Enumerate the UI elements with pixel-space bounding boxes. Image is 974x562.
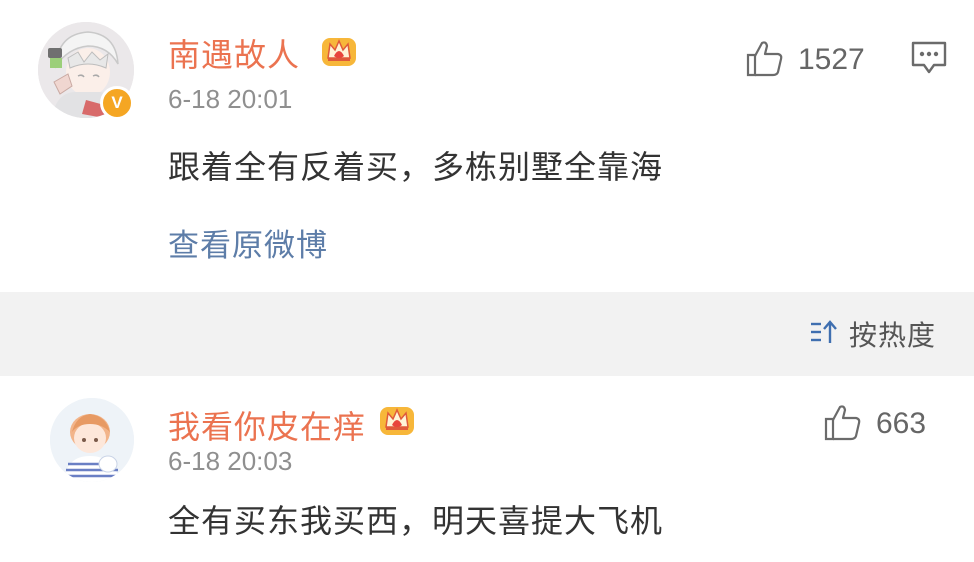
- comment-username[interactable]: 我看你皮在痒: [168, 402, 366, 448]
- comment-icon[interactable]: [910, 40, 948, 80]
- like-button[interactable]: 663: [822, 402, 926, 446]
- crown-badge-icon: [320, 32, 358, 72]
- like-count: 1527: [798, 43, 865, 76]
- sort-by-hot-button[interactable]: 按热度: [809, 314, 936, 354]
- comment-text: 全有买东我买西，明天喜提大飞机: [168, 502, 664, 540]
- thumbs-up-icon: [744, 38, 784, 82]
- sort-label: 按热度: [848, 319, 936, 352]
- like-button[interactable]: 1527: [744, 38, 865, 82]
- comment-text: 跟着全有反着买，多栋别墅全靠海: [168, 148, 664, 186]
- view-original-weibo-link[interactable]: 查看原微博: [168, 220, 328, 265]
- sort-icon: [809, 319, 839, 349]
- comment-timestamp: 6-18 20:01: [168, 84, 293, 114]
- comment-card-1: V 南遇故人 6-18 20:01 1527 跟着全有反着买，多栋别墅全靠海 查…: [0, 0, 974, 292]
- comment-timestamp: 6-18 20:03: [168, 446, 293, 476]
- verified-badge: V: [100, 86, 134, 120]
- comment-card-2: 我看你皮在痒 6-18 20:03 663 全有买东我买西，明天喜提大飞机: [0, 376, 974, 562]
- avatar-user-2[interactable]: [50, 398, 134, 482]
- like-count: 663: [876, 407, 927, 440]
- comment-username[interactable]: 南遇故人: [168, 30, 300, 76]
- thumbs-up-icon: [822, 402, 862, 446]
- crown-badge-icon: [378, 401, 416, 441]
